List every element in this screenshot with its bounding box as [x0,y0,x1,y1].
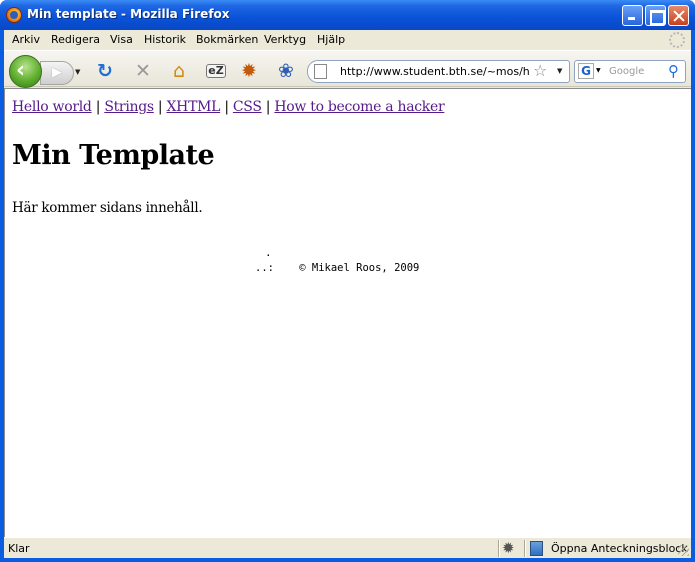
status-divider [524,540,526,557]
window-title: Min template - Mozilla Firefox [27,7,230,21]
bookmark-star-icon[interactable]: ☆ [533,61,547,80]
reload-icon[interactable]: ↻ [94,60,116,82]
extension-icon[interactable]: eZ [206,64,226,78]
menu-visa[interactable]: Visa [110,33,133,46]
navigation-toolbar: ▶ ‹ ▼ ↻ ✕ ⌂ eZ ✹ ❀ http://www.student.bt… [4,50,691,88]
title-bar[interactable]: Min template - Mozilla Firefox [0,0,695,30]
url-dropdown-icon[interactable]: ▼ [557,67,562,75]
link-hacker[interactable]: How to become a hacker [274,99,444,115]
close-button[interactable] [668,5,689,26]
menu-verktyg[interactable]: Verktyg [264,33,306,46]
firefox-icon[interactable] [6,7,22,23]
link-xhtml[interactable]: XHTML [167,99,221,115]
notebook-icon[interactable] [530,541,543,556]
minimize-button[interactable] [622,5,643,26]
forward-button[interactable]: ▶ [40,61,74,85]
page-viewport: Hello world | Strings | XHTML | CSS | Ho… [4,88,691,537]
client-area: Arkiv Redigera Visa Historik Bokmärken V… [4,30,691,558]
page-heading: Min Template [12,140,215,171]
status-text: Klar [8,542,30,555]
browser-window: Min template - Mozilla Firefox Arkiv Red… [0,0,695,562]
link-hello-world[interactable]: Hello world [12,99,92,115]
maximize-icon [646,6,665,25]
menu-bar: Arkiv Redigera Visa Historik Bokmärken V… [4,30,691,50]
link-separator: | [224,99,229,115]
history-dropdown-icon[interactable]: ▼ [75,68,80,76]
maximize-button[interactable] [645,5,666,26]
link-separator: | [265,99,271,115]
engine-dropdown-icon[interactable]: ▼ [596,67,601,74]
footer-dot: . [265,246,272,259]
menu-bokmarken[interactable]: Bokmärken [196,33,258,46]
search-bar[interactable]: G ▼ Google ⚲ [574,60,686,83]
page-content: Här kommer sidans innehåll. [12,200,203,216]
resize-grip[interactable] [678,545,689,556]
open-notes-label[interactable]: Öppna Anteckningsblock [551,542,688,555]
search-engine-icon[interactable]: G [578,63,594,79]
footer-copyright: ..: © Mikael Roos, 2009 [255,262,420,274]
home-icon[interactable]: ⌂ [168,60,190,82]
link-separator: | [157,99,163,115]
forward-icon: ▶ [52,65,62,80]
close-icon [669,6,688,25]
menu-arkiv[interactable]: Arkiv [12,33,40,46]
firebug-icon[interactable]: ✹ [238,60,260,82]
firebug-status-icon[interactable]: ✹ [502,539,515,557]
menu-historik[interactable]: Historik [144,33,186,46]
search-go-icon[interactable]: ⚲ [668,62,679,80]
menu-hjalp[interactable]: Hjälp [317,33,345,46]
extension-icon[interactable]: ❀ [275,60,297,82]
link-strings[interactable]: Strings [104,99,154,115]
url-input[interactable]: http://www.student.bth.se/~mos/hello [340,65,529,78]
stop-icon[interactable]: ✕ [132,60,154,82]
throbber-icon [669,32,685,48]
link-css[interactable]: CSS [233,99,262,115]
minimize-icon [623,6,642,25]
back-button[interactable]: ‹ [9,55,42,88]
back-icon: ‹ [16,58,26,83]
page-icon [314,64,327,79]
search-input[interactable]: Google [609,66,644,77]
link-separator: | [95,99,101,115]
menu-redigera[interactable]: Redigera [51,33,100,46]
status-bar: Klar ✹ Öppna Anteckningsblock [4,537,691,558]
status-divider [498,540,500,557]
url-bar[interactable]: http://www.student.bth.se/~mos/hello ☆ ▼ [307,60,570,83]
page-navigation: Hello world | Strings | XHTML | CSS | Ho… [12,99,445,115]
